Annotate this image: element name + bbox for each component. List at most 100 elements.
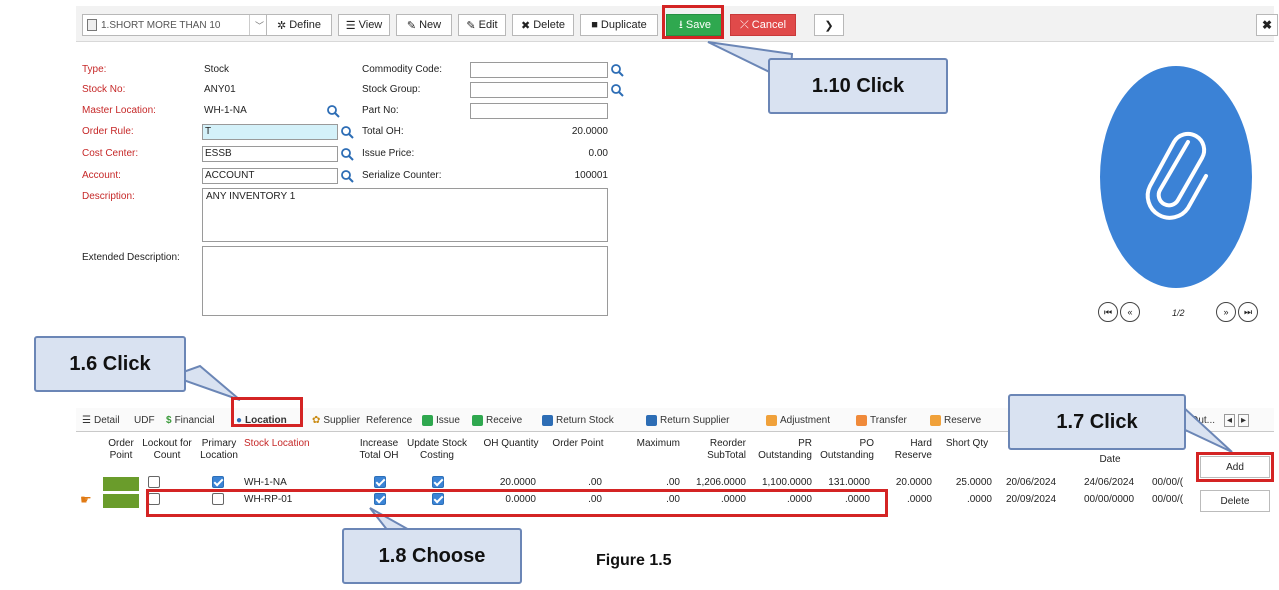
col-maximum: Maximum [636,438,680,449]
define-button[interactable]: ✲ Define [266,14,332,36]
tab-reference[interactable]: Reference [366,411,412,429]
stock-no-value: ANY01 [204,84,236,95]
image-pager: 1/2 [1172,308,1185,318]
tab-supplier[interactable]: ✿ Supplier [312,411,360,429]
tab-transfer[interactable]: Transfer [856,411,907,429]
tab-detail[interactable]: ☰ Detail [82,411,120,429]
supplier-icon: ✿ [312,414,321,426]
description-field[interactable]: ANY INVENTORY 1 [202,188,608,242]
total-oh-value: 20.0000 [571,126,608,137]
oh-qty-cell: 20.0000 [499,477,536,488]
return-supplier-icon [646,414,657,426]
dollar-icon: $ [166,414,172,426]
close-icon: ✖ [520,19,531,32]
serialize-counter-label: Serialize Counter: [362,170,442,181]
col-date: Date [1099,454,1121,465]
order-rule-label: Order Rule: [82,126,134,137]
cancel-button[interactable]: ⤫ Cancel [730,14,796,36]
issue-icon [422,414,433,426]
extended-description-field[interactable] [202,246,608,316]
record-selector[interactable]: 1.SHORT MORE THAN 10 ﹀ [82,14,270,36]
increase-oh-checkbox[interactable] [374,476,386,488]
col-pr-outstanding: PR Outstanding [758,438,812,461]
master-location-label: Master Location: [82,105,156,116]
cost-center-label: Cost Center: [82,148,139,159]
chevron-down-icon: ❯ [824,19,834,32]
chevron-right-icon: ▸ [1238,413,1250,427]
next-page-icon[interactable]: » [1216,302,1236,322]
last-page-icon[interactable]: ⏭ [1238,302,1258,322]
stock-location-cell[interactable]: WH-1-NA [244,477,287,488]
delete-row-button[interactable]: Delete [1200,490,1270,512]
short-qty-cell: .0000 [966,494,992,505]
tab-return-supplier[interactable]: Return Supplier [646,411,729,429]
receive-icon [472,414,483,426]
extended-description-label: Extended Description: [82,252,180,263]
type-label: Type: [82,64,107,75]
search-icon[interactable] [340,147,354,161]
new-button[interactable]: ✎ New [396,14,452,36]
total-oh-label: Total OH: [362,126,404,137]
first-page-icon[interactable]: ⏮ [1098,302,1118,322]
account-label: Account: [82,170,121,181]
stock-group-field[interactable] [470,82,608,98]
col-primary: Primary Location [200,438,238,461]
order-rule-field[interactable]: T [202,124,338,140]
tab-return-stock[interactable]: Return Stock [542,411,614,429]
account-field[interactable]: ACCOUNT [202,168,338,184]
tab-scroll-arrows[interactable]: ◂ ▸ [1224,411,1250,429]
save-highlight [662,5,724,39]
new-icon: ✎ [406,19,417,32]
tab-udf[interactable]: UDF [134,411,155,429]
col-short-qty: Short Qty [945,438,989,449]
tab-issue[interactable]: Issue [422,411,460,429]
prev-page-icon[interactable]: « [1120,302,1140,322]
tab-receive[interactable]: Receive [472,411,522,429]
col-update-costing: Update Stock Costing [406,438,468,461]
description-label: Description: [82,191,135,202]
view-button[interactable]: ☰ View [338,14,390,36]
order-point-swatch [103,494,139,508]
cost-center-field[interactable]: ESSB [202,146,338,162]
col-order-point: Order Point [108,438,134,461]
gear-icon: ✲ [276,19,287,32]
reserve-icon [930,414,941,426]
search-icon[interactable] [340,169,354,183]
tab-financial[interactable]: $ Financial [166,411,215,429]
col-po-outstanding: PO Outstanding [820,438,874,461]
add-button-highlight [1196,452,1274,482]
edit-icon: ✎ [466,19,476,32]
tab-reserve[interactable]: Reserve [930,411,981,429]
lockout-checkbox[interactable] [148,476,160,488]
part-no-field[interactable] [470,103,608,119]
col-hard-reserve: Hard Reserve [894,438,932,461]
col-increase-oh: Increase Total OH [359,438,399,461]
search-icon[interactable] [610,63,624,77]
date-cell: 20/06/2024 [1006,477,1057,488]
callout-1-7: 1.7 Click [1008,394,1186,450]
update-costing-checkbox[interactable] [432,476,444,488]
search-icon[interactable] [340,125,354,139]
search-icon[interactable] [326,104,340,118]
date-cell: 20/09/2024 [1006,494,1057,505]
commodity-code-field[interactable] [470,62,608,78]
callout-1-10: 1.10 Click [768,58,948,114]
primary-location-checkbox[interactable] [212,476,224,488]
close-button[interactable]: ✖ [1256,14,1278,36]
short-qty-cell: 25.0000 [955,477,992,488]
chevron-left-icon: ◂ [1224,413,1236,427]
stock-group-label: Stock Group: [362,84,421,95]
part-no-label: Part No: [362,105,399,116]
col-order-point-2: Order Point [552,438,604,449]
edit-button[interactable]: ✎ Edit [458,14,506,36]
callout-1-6: 1.6 Click [34,336,186,392]
more-button[interactable]: ❯ [814,14,844,36]
duplicate-button[interactable]: ■ Duplicate [580,14,658,36]
search-icon[interactable] [610,83,624,97]
document-icon [87,19,97,31]
date-cell: 00/00/0000 [1084,494,1135,505]
tab-adjustment[interactable]: Adjustment [766,411,830,429]
issue-price-label: Issue Price: [362,148,415,159]
delete-button[interactable]: ✖ Delete [512,14,574,36]
pr-outstanding-cell: 1,100.0000 [761,477,812,488]
